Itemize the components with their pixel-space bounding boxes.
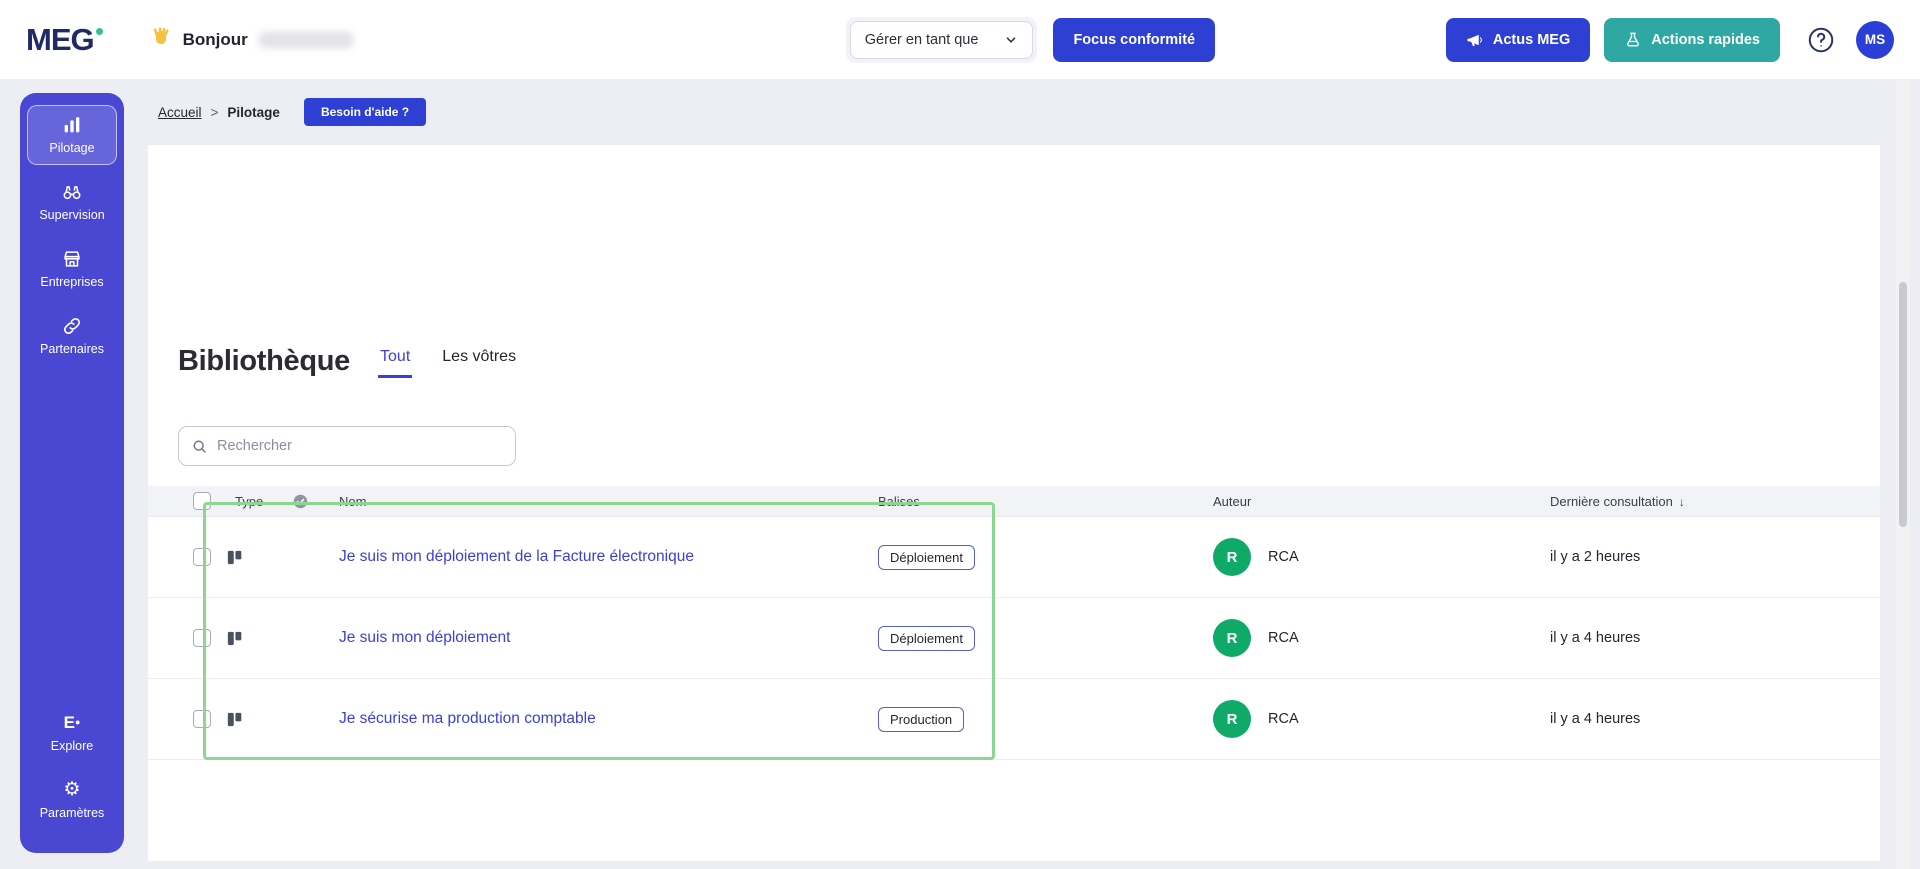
column-auteur: Auteur <box>1213 493 1252 509</box>
app-root: MEG Bonjour Gérer en tant que Focus conf… <box>0 0 1920 869</box>
row-checkbox[interactable] <box>193 710 211 728</box>
sort-desc-icon: ↓ <box>1678 494 1685 509</box>
row-name-link[interactable]: Je suis mon déploiement de la Facture él… <box>339 548 694 565</box>
sidebar-item-partenaires[interactable]: Partenaires <box>27 306 117 366</box>
megaphone-icon <box>1466 31 1484 49</box>
question-circle-icon <box>1806 25 1836 55</box>
column-type: Type <box>235 493 264 509</box>
select-all-checkbox[interactable] <box>193 492 211 510</box>
author-avatar: R <box>1213 619 1251 657</box>
user-avatar[interactable]: MS <box>1856 20 1894 59</box>
table-row: Je suis mon déploiement Déploiement R RC… <box>148 598 1880 679</box>
table-header-row: Type Nom Balises Auteur Dernière consult… <box>148 486 1880 517</box>
sidebar-item-label: Pilotage <box>49 141 95 155</box>
wave-hand-icon <box>149 25 173 54</box>
library-tabs: Tout Les vôtres <box>378 348 518 378</box>
sidebar-item-pilotage[interactable]: Pilotage <box>27 105 117 165</box>
tab-tout[interactable]: Tout <box>378 348 413 378</box>
row-badge: Déploiement <box>878 544 975 570</box>
binoculars-icon <box>61 181 83 203</box>
manage-as-select[interactable]: Gérer en tant que <box>849 20 1034 59</box>
besoin-daide-button[interactable]: Besoin d'aide ? <box>303 98 427 126</box>
row-checkbox[interactable] <box>193 548 211 566</box>
actions-rapides-button[interactable]: Actions rapides <box>1604 17 1780 62</box>
row-badge: Production <box>878 706 965 732</box>
scrollbar-thumb[interactable] <box>1899 282 1907 527</box>
tab-les-votres[interactable]: Les vôtres <box>440 348 518 378</box>
redacted-name <box>257 31 354 48</box>
sidebar: Pilotage Supervision Entreprises Partena… <box>20 93 124 853</box>
flask-icon <box>1624 31 1642 49</box>
sidebar-item-supervision[interactable]: Supervision <box>27 172 117 232</box>
sidebar-item-label: Explore <box>50 739 94 753</box>
dashboard-icon <box>225 629 278 648</box>
sidebar-item-label: Partenaires <box>40 342 104 356</box>
sidebar-item-explore[interactable]: E● Explore <box>27 703 117 763</box>
search-icon <box>191 438 208 455</box>
actus-meg-button[interactable]: Actus MEG <box>1445 17 1591 62</box>
sidebar-bottom: E● Explore ⚙ Paramètres <box>27 703 117 837</box>
sidebar-item-entreprises[interactable]: Entreprises <box>27 239 117 299</box>
manage-as-label: Gérer en tant que <box>864 31 979 48</box>
main-content: Accueil > Pilotage Besoin d'aide ? Bibli… <box>140 80 1880 869</box>
focus-conformite-button[interactable]: Focus conformité <box>1053 17 1216 62</box>
check-badge-icon <box>278 493 326 510</box>
meg-logo-dot-icon <box>95 27 103 35</box>
row-checkbox[interactable] <box>193 629 211 647</box>
explore-logo-icon: E● <box>63 713 81 732</box>
page-title: Bibliothèque <box>178 345 351 377</box>
author-avatar: R <box>1213 538 1251 576</box>
gear-icon: ⚙ <box>63 779 81 800</box>
top-header: MEG Bonjour Gérer en tant que Focus conf… <box>0 0 1920 80</box>
breadcrumb-home-link[interactable]: Accueil <box>158 105 202 120</box>
meg-logo-text: MEG <box>26 21 95 57</box>
table-row: Je sécurise ma production comptable Prod… <box>148 679 1880 760</box>
bar-chart-icon <box>61 114 83 136</box>
actus-meg-label: Actus MEG <box>1492 31 1571 48</box>
storefront-icon <box>61 248 83 270</box>
sidebar-item-label: Paramètres <box>39 806 105 820</box>
search-input[interactable] <box>217 438 503 454</box>
meg-logo[interactable]: MEG <box>26 22 103 58</box>
breadcrumb-separator: > <box>210 104 219 120</box>
library-card: Bibliothèque Tout Les vôtres Type <box>148 145 1880 861</box>
row-name-link[interactable]: Je sécurise ma production comptable <box>339 710 596 727</box>
help-button[interactable] <box>1806 25 1836 55</box>
breadcrumb: Accueil > Pilotage Besoin d'aide ? <box>158 94 1880 130</box>
author-name: RCA <box>1268 711 1299 727</box>
sidebar-item-label: Supervision <box>39 208 105 222</box>
author-name: RCA <box>1268 630 1299 646</box>
row-last-viewed: il y a 4 heures <box>1550 711 1641 727</box>
greeting-text: Bonjour <box>182 29 248 49</box>
page-scrollbar <box>1896 80 1910 869</box>
dashboard-icon <box>225 548 278 567</box>
breadcrumb-current: Pilotage <box>227 104 280 120</box>
column-nom: Nom <box>339 493 367 509</box>
row-badge: Déploiement <box>878 625 975 651</box>
search-box <box>178 426 516 466</box>
column-balises: Balises <box>878 493 920 509</box>
column-derniere-consultation[interactable]: Dernière consultation ↓ <box>1550 494 1880 509</box>
manage-as-wrapper: Gérer en tant que <box>845 16 1038 63</box>
library-header: Bibliothèque Tout Les vôtres <box>148 145 1880 378</box>
greeting: Bonjour <box>149 25 354 54</box>
sidebar-item-parametres[interactable]: ⚙ Paramètres <box>27 770 117 830</box>
dashboard-icon <box>225 710 278 729</box>
library-table: Type Nom Balises Auteur Dernière consult… <box>148 486 1880 760</box>
row-last-viewed: il y a 2 heures <box>1550 549 1641 565</box>
chevron-down-icon <box>1004 33 1018 47</box>
row-last-viewed: il y a 4 heures <box>1550 630 1641 646</box>
header-right-group: Actus MEG Actions rapides MS <box>1445 17 1894 62</box>
actions-rapides-label: Actions rapides <box>1651 31 1760 48</box>
manage-group: Gérer en tant que Focus conformité <box>845 16 1216 63</box>
author-name: RCA <box>1268 549 1299 565</box>
sidebar-item-label: Entreprises <box>40 275 104 289</box>
row-name-link[interactable]: Je suis mon déploiement <box>339 629 510 646</box>
table-row: Je suis mon déploiement de la Facture él… <box>148 517 1880 598</box>
link-icon <box>61 315 83 337</box>
author-avatar: R <box>1213 700 1251 738</box>
